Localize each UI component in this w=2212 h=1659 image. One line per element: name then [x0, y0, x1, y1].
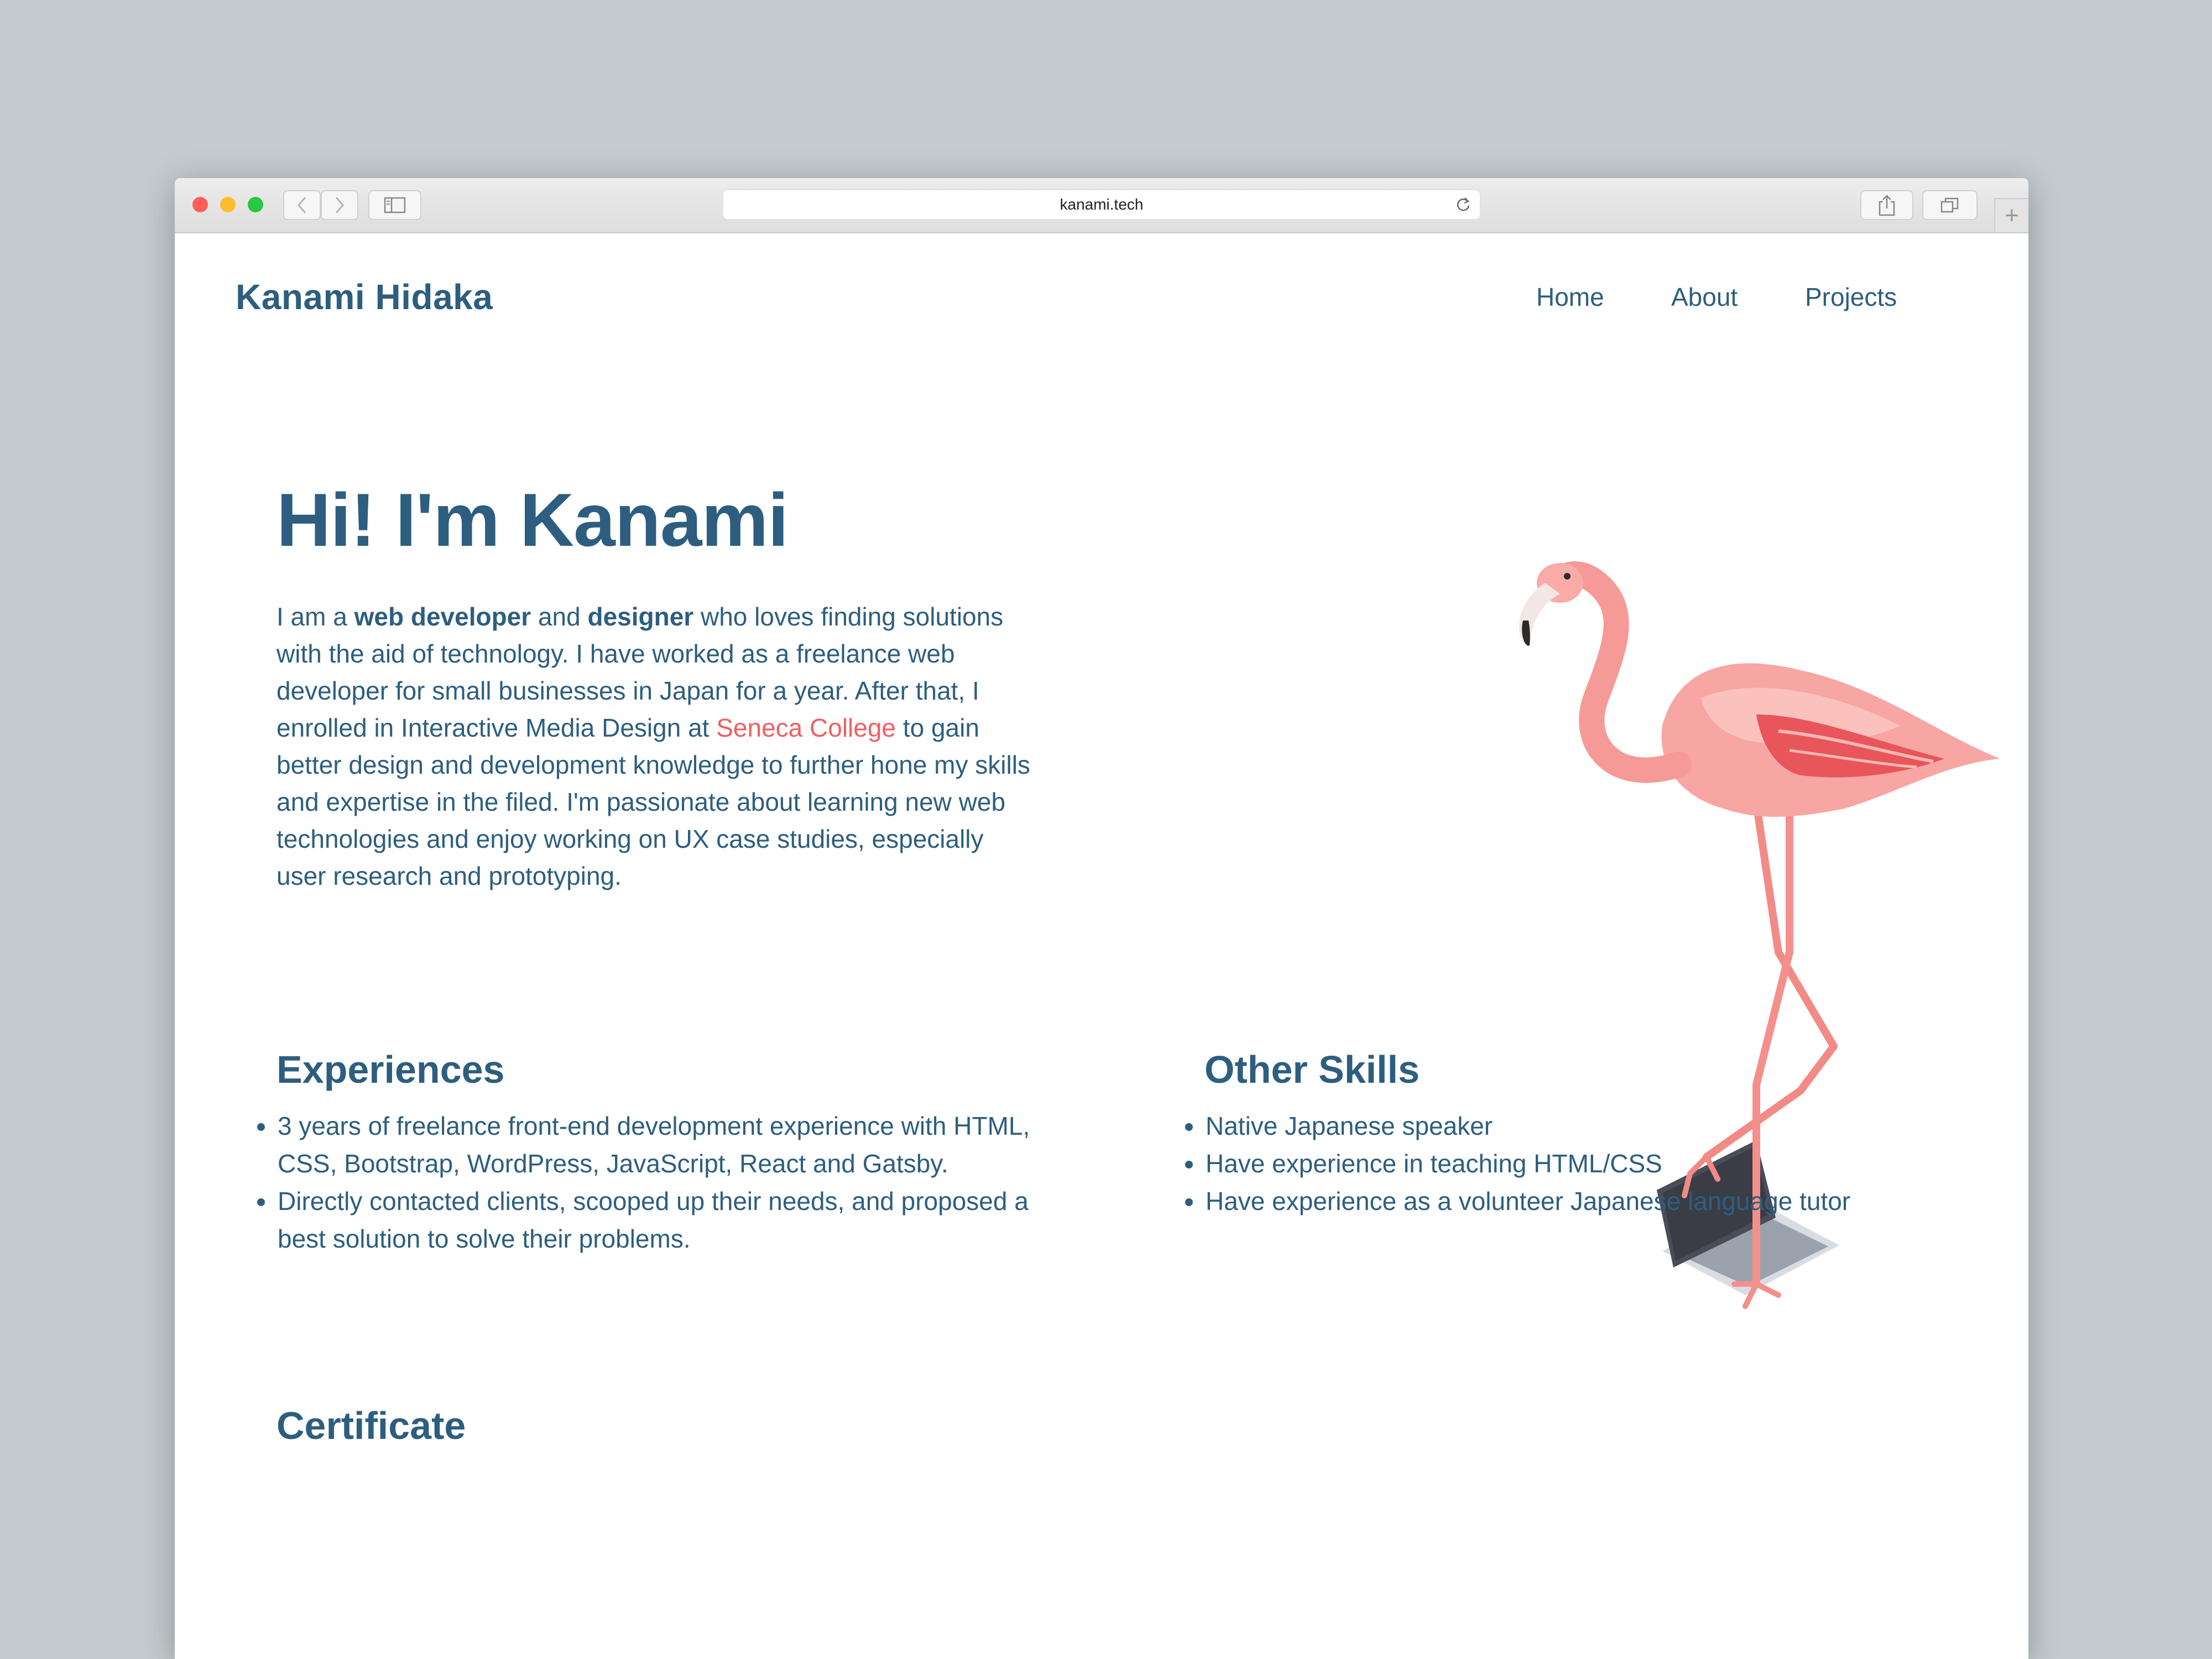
tabs-overview-icon [1940, 197, 1959, 213]
maximize-window-button[interactable] [248, 197, 263, 212]
intro-highlight-role: web developer [354, 602, 531, 631]
sidebar-toggle-button[interactable] [368, 190, 421, 220]
forward-button[interactable] [321, 190, 358, 220]
chevron-left-icon [298, 197, 306, 213]
share-icon [1879, 195, 1895, 216]
chevron-right-icon [335, 197, 344, 213]
plus-icon: + [2005, 202, 2019, 229]
list-item: Native Japanese speaker [1204, 1107, 1990, 1145]
reload-icon[interactable] [1454, 196, 1472, 213]
minimize-window-button[interactable] [220, 197, 236, 212]
seneca-college-link[interactable]: Seneca College [716, 713, 896, 742]
list-item: 3 years of freelance front-end developme… [276, 1107, 1051, 1182]
experiences-list: 3 years of freelance front-end developme… [252, 1107, 1051, 1258]
nav-about[interactable]: About [1671, 282, 1738, 312]
intro-highlight-role: designer [587, 602, 694, 631]
intro-paragraph: I am a web developer and designer who lo… [276, 598, 1040, 895]
share-button[interactable] [1860, 190, 1913, 220]
sidebar-icon [384, 197, 406, 213]
address-bar[interactable]: kanami.tech [722, 189, 1481, 220]
list-item: Have experience in teaching HTML/CSS [1204, 1145, 1990, 1182]
other-skills-title: Other Skills [1204, 1048, 1420, 1091]
browser-window: kanami.tech + Kanami Hidaka Home About P… [175, 178, 2028, 1659]
web-page: Kanami Hidaka Home About Projects Hi! I'… [175, 233, 2028, 1659]
nav-home[interactable]: Home [1536, 282, 1604, 312]
intro-text: and [531, 602, 588, 631]
list-item: Directly contacted clients, scooped up t… [276, 1182, 1051, 1258]
show-tabs-button[interactable] [1922, 190, 1978, 220]
intro-text: I am a [276, 602, 354, 631]
experiences-title: Experiences [276, 1048, 505, 1091]
nav-projects[interactable]: Projects [1805, 282, 1897, 312]
browser-toolbar: kanami.tech [175, 178, 2028, 233]
skills-list: Native Japanese speaker Have experience … [1180, 1107, 1990, 1220]
list-item: Have experience as a volunteer Japanese … [1204, 1182, 1990, 1220]
back-button[interactable] [283, 190, 321, 220]
hero-title: Hi! I'm Kanami [276, 478, 789, 562]
close-window-button[interactable] [192, 197, 208, 212]
site-logo[interactable]: Kanami Hidaka [236, 276, 493, 317]
certificate-title: Certificate [276, 1404, 466, 1447]
new-tab-button[interactable]: + [1994, 198, 2028, 232]
url-text: kanami.tech [1060, 196, 1144, 213]
